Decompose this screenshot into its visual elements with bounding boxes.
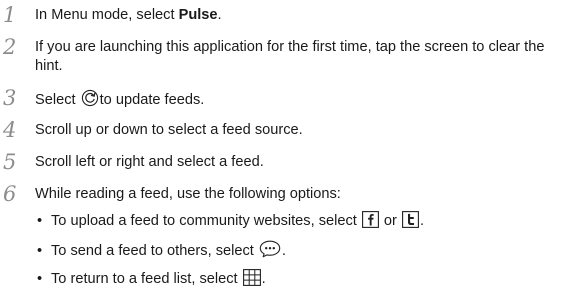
bullet-text-part: To send a feed to others, select xyxy=(51,243,258,259)
bullet-dot: • xyxy=(37,243,43,259)
step-text: While reading a feed, use the following … xyxy=(35,186,341,202)
step-number: 1 xyxy=(3,3,17,27)
step-text: Scroll up or down to select a feed sourc… xyxy=(35,122,303,138)
option-bullet-send: • To send a feed to others, select . xyxy=(37,240,567,261)
step-text: In Menu mode, select Pulse. xyxy=(35,6,570,25)
step-text-part: . xyxy=(217,7,222,23)
grid-list-icon xyxy=(242,269,261,286)
twitter-icon xyxy=(402,211,419,228)
bullet-text-part: To upload a feed to community websites, … xyxy=(51,213,361,229)
bullet-text-part: . xyxy=(281,243,286,259)
bullet-text-part: . xyxy=(261,271,266,287)
step-number: 6 xyxy=(3,182,17,206)
option-bullet-return: • To return to a feed list, select . xyxy=(37,269,567,289)
step-text: If you are launching this application fo… xyxy=(35,39,545,74)
option-bullet-upload: • To upload a feed to community websites,… xyxy=(37,211,567,231)
bullet-text-part: . xyxy=(419,213,425,229)
share-message-icon xyxy=(259,240,281,258)
bullet-dot: • xyxy=(37,213,43,229)
refresh-icon xyxy=(81,89,99,107)
step-text-part: Select xyxy=(35,92,80,108)
step-text: Scroll left or right and select a feed. xyxy=(35,154,264,170)
bullet-text-part: To return to a feed list, select xyxy=(51,271,242,287)
step-text-part: to update feeds. xyxy=(99,92,205,108)
bullet-text-part: or xyxy=(379,213,401,229)
step-number: 5 xyxy=(3,150,17,174)
bullet-dot: • xyxy=(37,271,43,287)
instruction-document: 1 In Menu mode, select Pulse. 2 If you a… xyxy=(0,0,570,298)
step-text: Select to update feeds. xyxy=(35,89,570,110)
step-number: 2 xyxy=(3,35,17,59)
app-name: Pulse xyxy=(178,7,218,23)
step-number: 3 xyxy=(3,86,17,110)
step-text-part: In Menu mode, select xyxy=(35,7,179,23)
step-number: 4 xyxy=(3,118,17,142)
facebook-icon xyxy=(361,211,379,228)
